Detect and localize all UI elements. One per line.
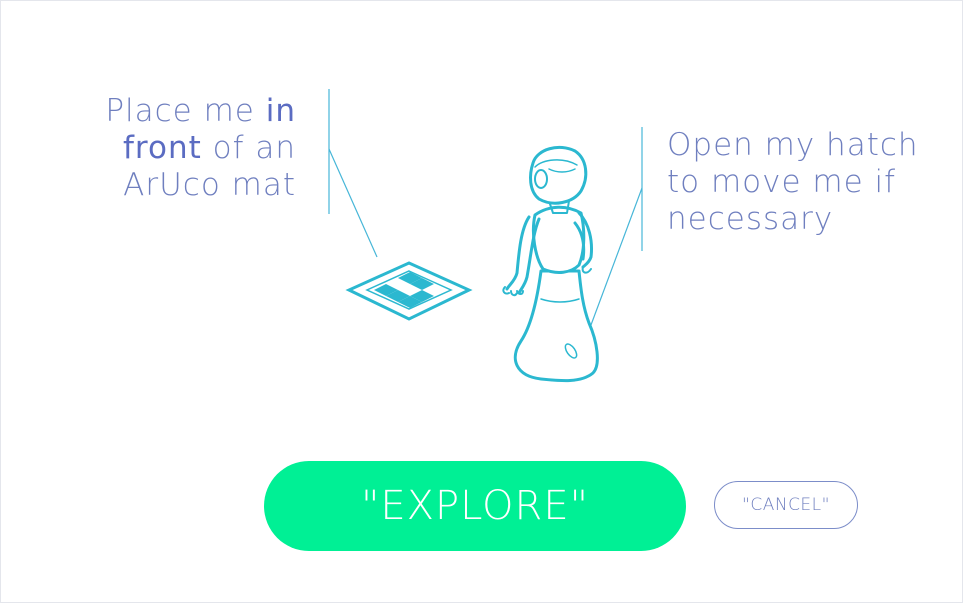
right-callout-diagonal [587,187,643,334]
dialog-frame: Place me in front of an ArUco mat Open m… [0,0,963,603]
cancel-button-label: "CANCEL" [742,495,830,515]
aruco-mat-icon [345,261,473,321]
pepper-robot-icon [502,146,599,383]
explore-button-label: "EXPLORE" [360,483,589,529]
cancel-button[interactable]: "CANCEL" [714,481,858,529]
left-callout-diagonal [328,148,378,258]
explore-button[interactable]: "EXPLORE" [264,461,686,551]
